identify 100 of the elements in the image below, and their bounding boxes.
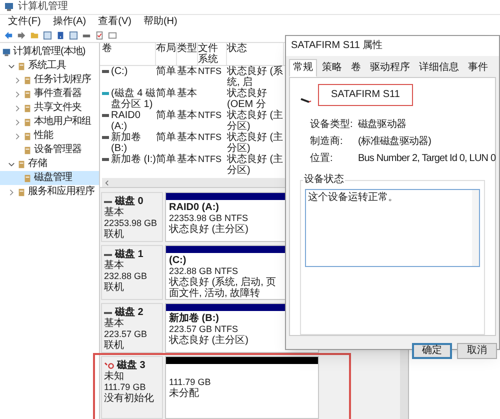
partition-size: 22353.98 GB NTFS [169, 213, 250, 224]
tree-item[interactable]: 性能 [0, 129, 99, 143]
disk-info: 232.88 GB [104, 271, 148, 282]
dialog-button[interactable]: 取消 [457, 343, 497, 359]
table-cell: NTFS [198, 132, 222, 143]
table-cell: 简单 [156, 88, 176, 99]
menu-item[interactable]: 文件(F) [8, 17, 41, 27]
chevron-icon[interactable] [8, 188, 15, 196]
menu-item[interactable]: 查看(V) [98, 17, 132, 27]
disk-name: 磁盘 1 [115, 249, 144, 260]
tree-item[interactable]: 服务和应用程序 [0, 185, 99, 199]
property-value: (标准磁盘驱动器) [358, 137, 432, 147]
partition-status: 状态良好 (主分区) [169, 224, 250, 235]
table-cell: 新加卷 (I:) [111, 154, 156, 165]
tree-item[interactable]: 本地用户和组 [0, 115, 99, 129]
disk-info: 22353.98 GB [104, 218, 158, 228]
folder-icon[interactable] [30, 31, 39, 40]
partition-status: 未分配 [169, 388, 200, 399]
tool-icon [17, 62, 26, 70]
column-header[interactable]: 卷 [100, 43, 156, 65]
disk-info: 没有初始化 [104, 393, 155, 404]
partition-size: 223.57 GB NTFS [169, 324, 240, 334]
computer-icon [4, 2, 14, 12]
property-value: Bus Number 2, Target Id 0, LUN 0 [358, 154, 496, 164]
tool-icon [23, 76, 32, 84]
tool-icon [23, 118, 32, 126]
tab[interactable]: 常规 [289, 59, 317, 77]
partition-title: (C:) [169, 255, 188, 266]
property-value: 磁盘驱动器 [358, 120, 408, 130]
table-cell: 基本 [177, 66, 197, 77]
disk-info: 基本 [104, 260, 125, 271]
menu-item[interactable]: 操作(A) [52, 17, 86, 27]
table-cell: (磁盘 4 磁盘分区 1) [111, 88, 156, 110]
column-header[interactable]: 布局 [156, 43, 177, 65]
back-arrow-icon[interactable] [4, 31, 13, 40]
table-cell: 简单 [156, 154, 176, 165]
partition-size: 232.88 GB NTFS [169, 266, 240, 276]
forward-arrow-icon[interactable] [17, 31, 26, 40]
column-header[interactable]: 状态 [227, 43, 284, 65]
table-cell: 基本 [177, 88, 197, 99]
tool-icon [23, 174, 32, 182]
property-label: 设备类型: [310, 120, 354, 130]
status-text-box[interactable]: 这个设备运转正常。 [305, 189, 480, 267]
tree-item[interactable]: 存储 [0, 157, 99, 171]
disk-name: 磁盘 0 [115, 196, 144, 207]
disk-name: 磁盘 2 [115, 307, 144, 318]
table-cell: 简单 [156, 66, 176, 77]
disk-info: 联机 [104, 340, 125, 351]
table-cell: (C:) [111, 66, 128, 77]
tree-item[interactable]: 磁盘管理 [0, 171, 99, 185]
table-cell: NTFS [198, 66, 222, 77]
tree-item[interactable]: 设备管理器 [0, 143, 99, 157]
tree-item[interactable]: 任务计划程序 [0, 73, 99, 87]
partition-status: 状态良好 (主分区) [169, 335, 250, 346]
window-title: 计算机管理 [18, 2, 68, 12]
tree-item[interactable]: 事件查看器 [0, 87, 99, 101]
partition-status: 状态良好 (系统, 启动, 页面文件, 活动, 故障转 [169, 277, 278, 299]
table-cell: 基本 [177, 110, 197, 121]
table-cell: 状态良好 (主分区) [227, 110, 284, 132]
partition-title: RAID0 (A:) [169, 202, 220, 213]
disk-info: 联机 [104, 282, 125, 293]
disk-info: 联机 [104, 229, 125, 240]
column-header[interactable]: 类型 [177, 43, 198, 65]
dialog-button[interactable]: 确定 [412, 343, 452, 359]
computer-icon [2, 48, 11, 56]
menu-item[interactable]: 帮助(H) [143, 17, 178, 27]
table-cell-text: 状态良好 (OEM 分 [227, 88, 268, 110]
table-cell: 基本 [177, 132, 197, 143]
table-cell: NTFS [198, 110, 222, 121]
window-icon[interactable] [108, 31, 117, 40]
table-cell-text: 新加卷 (B:) [111, 132, 142, 154]
partition-size: 111.79 GB [169, 377, 212, 388]
device-name: SATAFIRM S11 [318, 84, 413, 106]
panel-icon[interactable] [69, 31, 78, 40]
column-header[interactable]: 文件系统 [198, 43, 227, 65]
disk-warning-icon [104, 362, 114, 370]
disk-info: 111.79 GB [104, 382, 147, 392]
group-title: 设备状态 [303, 175, 345, 185]
dialog-title: SATAFIRM S11 属性 [291, 41, 383, 51]
table-cell: 简单 [156, 132, 176, 143]
table-cell-text: RAID0 (A:) [111, 110, 142, 132]
partition-title: 新加卷 (B:) [169, 313, 220, 324]
table-cell: 状态良好 (主分区) [227, 132, 284, 154]
tool-icon [23, 132, 32, 140]
table-cell: 基本 [177, 154, 197, 165]
tree-item[interactable]: 共享文件夹 [0, 101, 99, 115]
checklist-icon[interactable] [95, 31, 104, 40]
table-cell: 状态良好 (主分区) [227, 154, 284, 176]
tool-icon [23, 90, 32, 98]
panel-icon[interactable] [43, 31, 52, 40]
tool-icon [17, 160, 26, 168]
table-cell: NTFS [198, 154, 222, 165]
property-label: 位置: [310, 154, 334, 164]
scroll-left-icon[interactable] [104, 180, 110, 186]
tool-icon [17, 188, 26, 196]
tree-item[interactable]: 计算机管理(本地) [0, 45, 99, 59]
chevron-icon[interactable] [8, 160, 15, 168]
partition-block[interactable]: 111.79 GB 未分配 [165, 356, 319, 419]
tree-item[interactable]: 系统工具 [0, 59, 99, 73]
tool-icon [23, 146, 32, 154]
